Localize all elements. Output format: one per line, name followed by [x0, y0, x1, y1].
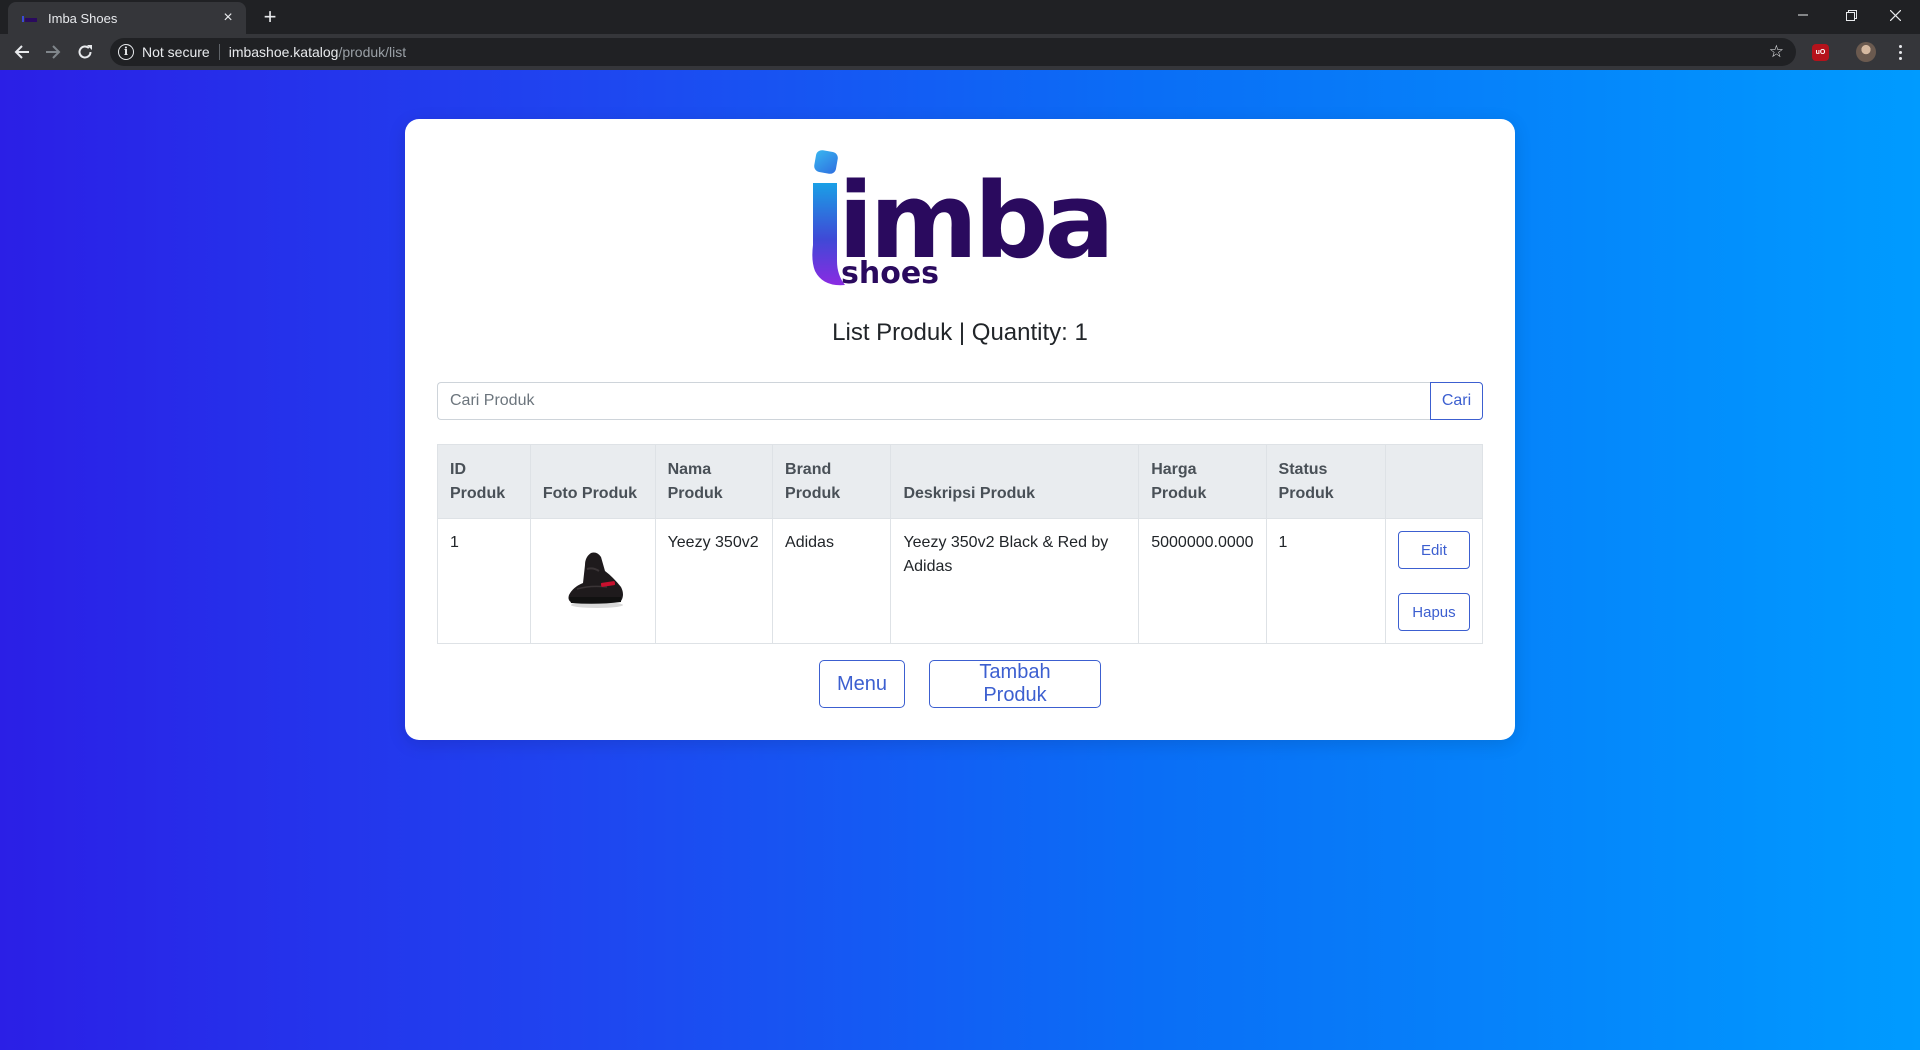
header-id: ID Produk	[437, 444, 531, 519]
product-table: ID Produk Foto Produk Nama Produk Brand …	[437, 444, 1484, 644]
address-bar[interactable]: i Not secure imbashoe.katalog/produk/lis…	[110, 38, 1796, 66]
page-viewport: imba shoes List Produk | Quantity: 1 Car…	[0, 70, 1920, 1050]
cell-id: 1	[437, 518, 531, 644]
minimize-icon[interactable]	[1780, 0, 1826, 30]
browser-tabstrip: Imba Shoes × +	[0, 0, 1920, 34]
header-deskripsi: Deskripsi Produk	[890, 444, 1140, 519]
cell-status: 1	[1265, 518, 1386, 644]
url-path[interactable]: /produk/list	[338, 44, 406, 60]
cell-deskripsi: Yeezy 350v2 Black & Red by Adidas	[890, 518, 1140, 644]
delete-button[interactable]: Hapus	[1397, 593, 1470, 631]
header-actions	[1384, 444, 1484, 519]
edit-button[interactable]: Edit	[1397, 531, 1470, 569]
search-button[interactable]: Cari	[1430, 382, 1483, 420]
security-label[interactable]: Not secure	[142, 44, 210, 60]
header-brand: Brand Produk	[772, 444, 892, 519]
content-card: imba shoes List Produk | Quantity: 1 Car…	[405, 119, 1515, 740]
add-product-button[interactable]: Tambah Produk	[929, 660, 1101, 708]
table-row: 1 Yeezy 350v2 Adidas Yeezy 350v2 Black &…	[437, 518, 1484, 644]
bookmark-star-icon[interactable]: ☆	[1769, 43, 1784, 60]
new-tab-icon[interactable]: +	[258, 6, 282, 30]
header-harga: Harga Produk	[1138, 444, 1267, 519]
cell-harga: 5000000.0000	[1138, 518, 1267, 644]
header-foto: Foto Produk	[529, 444, 656, 519]
cell-actions: Edit Hapus	[1384, 518, 1484, 644]
table-header-row: ID Produk Foto Produk Nama Produk Brand …	[437, 444, 1484, 519]
info-icon[interactable]: i	[118, 44, 134, 60]
favicon-icon	[22, 13, 38, 23]
menu-button[interactable]: Menu	[819, 660, 905, 708]
tab-close-icon[interactable]: ×	[220, 10, 236, 26]
header-status: Status Produk	[1265, 444, 1386, 519]
search-input[interactable]	[437, 382, 1430, 420]
ublock-extension-icon[interactable]: uO	[1812, 44, 1829, 61]
search-form: Cari	[437, 382, 1483, 420]
cell-foto	[529, 518, 656, 644]
browser-toolbar: i Not secure imbashoe.katalog/produk/lis…	[0, 34, 1920, 70]
header-nama: Nama Produk	[654, 444, 774, 519]
browser-menu-icon[interactable]	[1890, 42, 1910, 62]
page-title: List Produk | Quantity: 1	[832, 319, 1088, 346]
cell-brand: Adidas	[772, 518, 892, 644]
back-arrow-icon[interactable]	[10, 40, 34, 64]
browser-tab[interactable]: Imba Shoes ×	[8, 2, 246, 34]
imba-shoes-logo: imba shoes	[805, 149, 1115, 295]
logo-subtitle: shoes	[841, 256, 939, 291]
restore-icon[interactable]	[1828, 0, 1874, 30]
address-divider	[218, 44, 220, 60]
tab-title: Imba Shoes	[48, 10, 118, 26]
profile-avatar[interactable]	[1856, 42, 1876, 62]
product-photo	[568, 552, 623, 608]
forward-arrow-icon[interactable]	[41, 40, 65, 64]
reload-icon[interactable]	[73, 40, 97, 64]
cell-nama: Yeezy 350v2	[654, 518, 774, 644]
url-host[interactable]: imbashoe.katalog	[229, 44, 339, 60]
close-window-icon[interactable]	[1872, 0, 1918, 30]
footer-actions: Menu Tambah Produk	[405, 660, 1515, 708]
